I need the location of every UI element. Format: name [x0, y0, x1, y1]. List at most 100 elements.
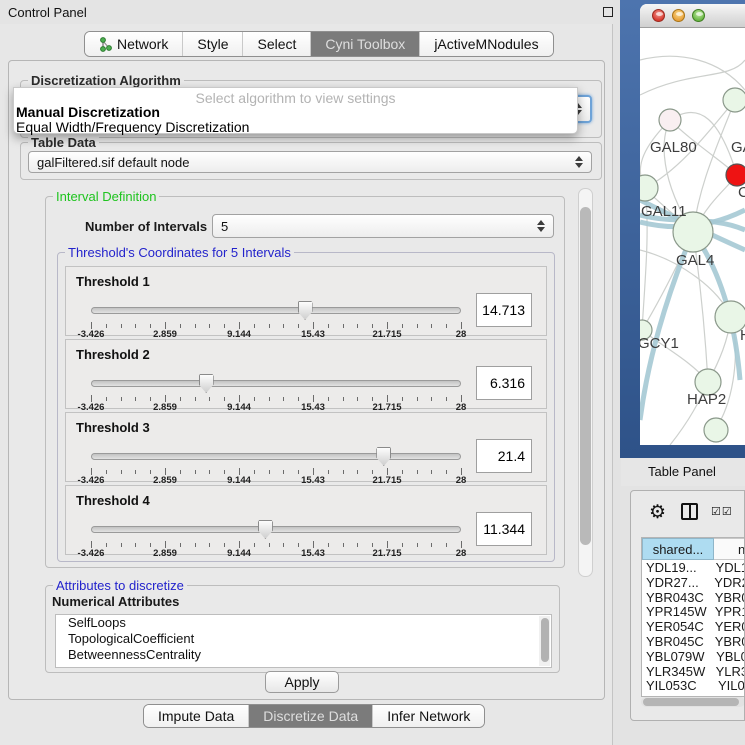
- threshold-value-field[interactable]: 21.4: [476, 439, 532, 473]
- tab-impute-data[interactable]: Impute Data: [144, 705, 249, 727]
- scrollbar-thumb[interactable]: [643, 698, 739, 706]
- tab-infer-network[interactable]: Infer Network: [373, 705, 484, 727]
- slider-thumb[interactable]: [298, 301, 313, 320]
- slider-thumb[interactable]: [258, 520, 273, 539]
- threshold-value-field[interactable]: 11.344: [476, 512, 532, 546]
- numerical-attributes-label: Numerical Attributes: [52, 594, 179, 609]
- tab-label: Select: [257, 36, 296, 52]
- network-node[interactable]: [726, 164, 745, 186]
- mac-zoom-icon[interactable]: [692, 9, 705, 22]
- threshold-slider[interactable]: -3.4262.8599.14415.4321.71528: [91, 374, 461, 408]
- select-columns-icons[interactable]: ☑☑: [711, 505, 733, 518]
- slider-ticks: [91, 541, 461, 548]
- tab-discretize-data[interactable]: Discretize Data: [249, 705, 373, 727]
- table-row[interactable]: YBR043CYBR0: [642, 590, 745, 605]
- cell-name[interactable]: YBR0: [711, 634, 745, 649]
- table-row[interactable]: YDL19...YDL1: [642, 560, 745, 575]
- cell-shared-name[interactable]: YER054C: [642, 619, 711, 634]
- cell-shared-name[interactable]: YIL053C: [642, 678, 714, 693]
- node-table[interactable]: shared... na YDL19...YDL1YDR27...YDR2YBR…: [641, 537, 745, 697]
- table-row[interactable]: YBL079WYBL0: [642, 649, 745, 664]
- cell-name[interactable]: YIL0: [714, 678, 745, 693]
- list-scrollbar[interactable]: [539, 616, 550, 666]
- threshold-slider[interactable]: -3.4262.8599.14415.4321.71528: [91, 520, 461, 554]
- network-node[interactable]: [723, 88, 745, 112]
- cell-shared-name[interactable]: YBR043C: [642, 590, 711, 605]
- slider-thumb[interactable]: [376, 447, 391, 466]
- table-row[interactable]: YER054CYER0: [642, 619, 745, 634]
- gear-icon[interactable]: ⚙: [649, 501, 666, 524]
- slider-track[interactable]: [91, 526, 461, 533]
- cell-shared-name[interactable]: YBL079W: [642, 649, 712, 664]
- network-canvas[interactable]: GAL80GACGAL11GAL4GCY1HHAP2: [640, 29, 745, 445]
- threshold-slider[interactable]: -3.4262.8599.14415.4321.71528: [91, 447, 461, 481]
- scrollbar-thumb[interactable]: [580, 207, 591, 545]
- slider-thumb[interactable]: [199, 374, 214, 393]
- tab-jactivemnodules[interactable]: jActiveMNodules: [420, 32, 552, 56]
- numerical-attributes-list[interactable]: SelfLoopsTopologicalCoefficientBetweenne…: [55, 614, 552, 668]
- thresholds-title: Threshold's Coordinates for 5 Intervals: [65, 245, 294, 260]
- table-panel-title: Table Panel: [648, 464, 716, 479]
- table-toolbar: ⚙ ☑☑: [631, 491, 745, 535]
- mac-minimize-icon[interactable]: [672, 9, 685, 22]
- tab-style[interactable]: Style: [183, 32, 243, 56]
- table-horizontal-scrollbar[interactable]: [641, 697, 745, 707]
- network-node[interactable]: [659, 109, 681, 131]
- threshold-label: Threshold 1: [76, 274, 150, 289]
- attribute-list-item[interactable]: BetweennessCentrality: [56, 647, 551, 663]
- column-header-name[interactable]: na: [714, 538, 745, 560]
- tab-cyni-toolbox[interactable]: Cyni Toolbox: [311, 32, 420, 56]
- table-row[interactable]: YDR27...YDR2: [642, 575, 745, 590]
- node-label: GAL11: [641, 203, 687, 220]
- cell-name[interactable]: YLR3: [712, 664, 745, 679]
- cell-shared-name[interactable]: YLR345W: [642, 664, 712, 679]
- table-row[interactable]: YPR145WYPR1: [642, 604, 745, 619]
- cell-name[interactable]: YBR0: [711, 590, 745, 605]
- mac-close-icon[interactable]: [652, 9, 665, 22]
- cell-name[interactable]: YER0: [711, 619, 745, 634]
- table-row[interactable]: YBR045CYBR0: [642, 634, 745, 649]
- cell-shared-name[interactable]: YDR27...: [642, 575, 710, 590]
- apply-button[interactable]: Apply: [265, 671, 339, 693]
- table-data-combobox[interactable]: galFiltered.sif default node: [28, 151, 592, 173]
- float-window-icon[interactable]: [603, 7, 613, 17]
- table-row[interactable]: YIL053CYIL0: [642, 678, 745, 693]
- slider-ticks: [91, 395, 461, 402]
- algorithm-option-0[interactable]: Manual Discretization: [16, 104, 160, 120]
- cell-shared-name[interactable]: YPR145W: [642, 604, 711, 619]
- threshold-value-field[interactable]: 6.316: [476, 366, 532, 400]
- node-label: C: [738, 184, 745, 201]
- threshold-panel-1: Threshold 1 -3.4262.8599.14415.4321.71528…: [65, 266, 547, 336]
- tab-network[interactable]: Network: [85, 32, 183, 56]
- threshold-panel-4: Threshold 4-3.4262.8599.14415.4321.71528…: [65, 485, 547, 555]
- slider-ticks: [91, 468, 461, 475]
- threshold-value-field[interactable]: 14.713: [476, 293, 532, 327]
- cell-shared-name[interactable]: YDL19...: [642, 560, 712, 575]
- algorithm-option-1[interactable]: Equal Width/Frequency Discretization: [16, 119, 249, 135]
- attribute-list-item[interactable]: TopologicalCoefficient: [56, 631, 551, 647]
- table-panel-window: ⚙ ☑☑ shared... na YDL19...YDL1YDR27...YD…: [630, 490, 745, 721]
- slider-track[interactable]: [91, 307, 461, 314]
- num-intervals-combobox[interactable]: 5: [212, 214, 554, 238]
- tab-label: Infer Network: [387, 708, 470, 724]
- cell-name[interactable]: YDR2: [710, 575, 745, 590]
- threshold-slider[interactable]: -3.4262.8599.14415.4321.71528: [91, 301, 461, 335]
- slider-track[interactable]: [91, 380, 461, 387]
- columns-icon[interactable]: [681, 503, 698, 520]
- network-node[interactable]: [704, 418, 728, 442]
- slider-track[interactable]: [91, 453, 461, 460]
- network-node[interactable]: [640, 175, 658, 201]
- attribute-list-item[interactable]: SelfLoops: [56, 615, 551, 631]
- table-row[interactable]: YLR345WYLR3: [642, 664, 745, 679]
- cell-name[interactable]: YDL1: [712, 560, 745, 575]
- attributes-title: Attributes to discretize: [53, 578, 187, 593]
- tab-select[interactable]: Select: [243, 32, 311, 56]
- scrollbar-thumb[interactable]: [541, 618, 549, 662]
- node-label: H: [740, 327, 745, 344]
- column-header-shared-name[interactable]: shared...: [642, 538, 714, 560]
- threshold-label: Threshold 3: [76, 420, 150, 435]
- cell-name[interactable]: YPR1: [711, 604, 745, 619]
- cell-name[interactable]: YBL0: [712, 649, 745, 664]
- cell-shared-name[interactable]: YBR045C: [642, 634, 711, 649]
- main-vertical-scrollbar[interactable]: [578, 188, 593, 577]
